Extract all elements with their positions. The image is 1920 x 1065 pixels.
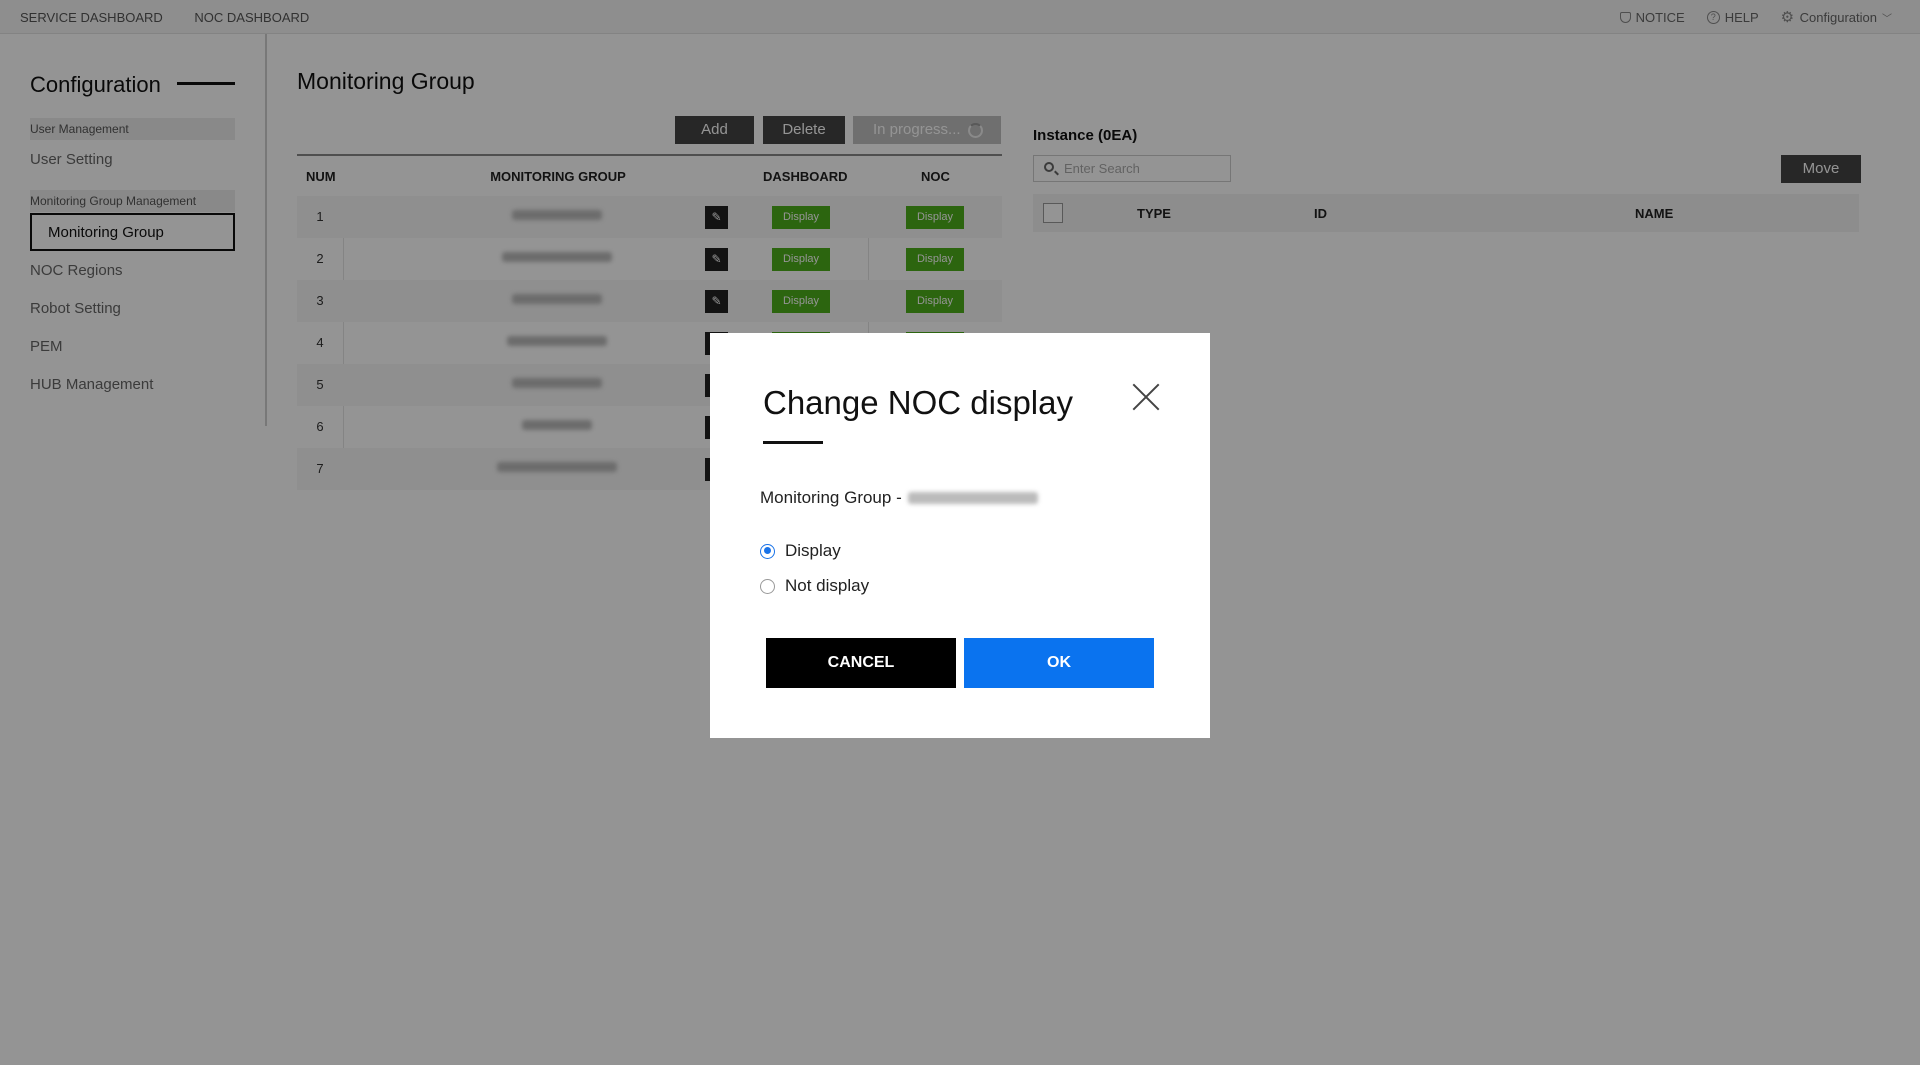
close-icon[interactable] (1128, 379, 1164, 415)
radio-not-display[interactable]: Not display (760, 576, 869, 596)
dialog-title-underline (763, 441, 823, 444)
radio-unselected-icon (760, 578, 775, 594)
ok-button[interactable]: OK (964, 638, 1154, 688)
radio-display-label: Display (785, 541, 841, 560)
cancel-button[interactable]: CANCEL (766, 638, 956, 688)
radio-not-display-label: Not display (785, 576, 870, 595)
radio-selected-icon (760, 543, 775, 559)
dialog-subtitle: Monitoring Group - (760, 488, 1038, 508)
radio-display[interactable]: Display (760, 541, 841, 561)
dialog-title: Change NOC display (763, 384, 1073, 421)
dialog-subtitle-label: Monitoring Group - (760, 488, 902, 507)
group-name-redacted (907, 492, 1038, 504)
change-noc-display-dialog: Change NOC display Monitoring Group - Di… (710, 333, 1210, 738)
